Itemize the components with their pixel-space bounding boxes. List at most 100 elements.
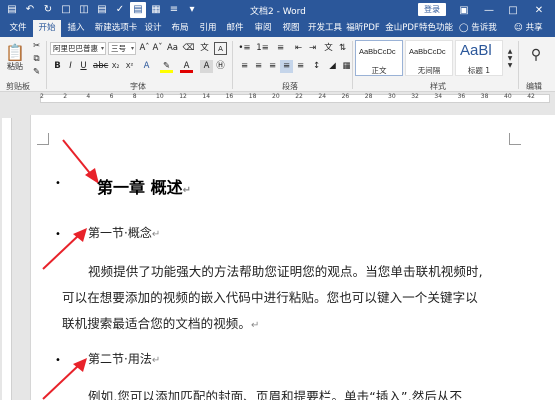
tell-me-search[interactable]: ◯ 告诉我 [459, 20, 497, 37]
paste-label[interactable]: 粘贴 [4, 61, 26, 71]
enclose-chars-icon[interactable]: Ⓗ [214, 60, 227, 73]
close-icon[interactable]: ✕ [530, 2, 548, 18]
distributed-icon[interactable]: ≡ [294, 60, 307, 73]
bullets-icon[interactable]: •≡ [238, 42, 251, 55]
highlight-icon[interactable]: ✎ [160, 60, 173, 73]
font-group-label: 字体 [130, 82, 146, 91]
heading-1[interactable]: 第一章 概述↵ [97, 174, 191, 198]
separator [232, 41, 233, 89]
font-color-icon[interactable]: A [180, 60, 193, 73]
style-no-spacing[interactable]: AaBbCcDc 无间隔 [405, 40, 453, 76]
char-border-icon[interactable]: A [214, 42, 227, 55]
customize-qat-icon[interactable]: ▾ [184, 2, 200, 18]
styles-group-label: 样式 [430, 82, 446, 91]
body-text-line[interactable]: 例如,您可以添加匹配的封面、页眉和提要栏。单击“插入”,然后从不 [88, 386, 462, 400]
increase-indent-icon[interactable]: ⇥ [306, 42, 319, 55]
line-spacing-icon[interactable]: ↕ [310, 60, 323, 73]
open-icon[interactable]: ◫ [76, 2, 92, 18]
subscript-icon[interactable]: X₂ [109, 60, 122, 73]
red-arrow-annotation [42, 358, 87, 400]
phonetic-guide-icon[interactable]: 文 [198, 42, 211, 55]
tab-home[interactable]: 开始 [33, 20, 61, 37]
share-label: 共享 [525, 23, 543, 33]
style-name: 标题 1 [467, 66, 491, 75]
superscript-icon[interactable]: X² [123, 60, 136, 73]
tab-layout[interactable]: 布局 [169, 20, 191, 37]
undo-icon[interactable]: ↶ [22, 2, 38, 18]
find-icon[interactable]: ⚲ [524, 43, 548, 67]
ribbon-tabs: 文件 开始 插入 新建选项卡 设计 布局 引用 邮件 审阅 视图 开发工具 福昕… [0, 20, 555, 37]
align-right-icon[interactable]: ≡ [266, 60, 279, 73]
redo-icon[interactable]: ↻ [40, 2, 56, 18]
tab-mailings[interactable]: 邮件 [224, 20, 246, 37]
tab-view[interactable]: 视图 [280, 20, 302, 37]
paragraph-mark-bullet: • [55, 355, 61, 366]
save-icon[interactable]: ▤ [4, 2, 20, 18]
ruler-number: 10 [156, 93, 164, 100]
align-center-icon[interactable]: ≡ [252, 60, 265, 73]
tab-file[interactable]: 文件 [6, 20, 30, 37]
font-size-select[interactable]: 三号 ▾ [108, 42, 136, 55]
vertical-ruler[interactable] [2, 118, 12, 400]
text-effects-icon[interactable]: A [140, 60, 153, 73]
body-text-line[interactable]: 联机搜索最适合您的文档的视频。↵ [62, 313, 260, 332]
shading-icon[interactable]: ◢ [326, 60, 339, 73]
styles-scroll[interactable]: ▲ ▼ ▼ [505, 40, 515, 76]
change-case-icon[interactable]: Aa [166, 42, 179, 55]
char-shading-icon[interactable]: A [200, 60, 213, 73]
share-button[interactable]: ☺ 共享 [514, 20, 543, 37]
table-icon[interactable]: ▦ [148, 2, 164, 18]
paragraph-mark: ↵ [182, 185, 191, 196]
cut-icon[interactable]: ✂ [30, 40, 43, 53]
style-sample: AaBbCcDc [359, 47, 396, 56]
tab-developer[interactable]: 开发工具 [307, 20, 343, 37]
tab-foxit-pdf[interactable]: 福昕PDF [346, 20, 380, 37]
italic-icon[interactable]: I [64, 60, 77, 73]
align-icon[interactable]: ≡ [166, 2, 182, 18]
chinese-layout-icon[interactable]: 文 [322, 42, 335, 55]
print-preview-icon[interactable]: ▤ [94, 2, 110, 18]
style-normal[interactable]: AaBbCcDc 正文 [355, 40, 403, 76]
justify-icon[interactable]: ≡ [280, 60, 293, 73]
new-doc-icon[interactable]: □ [58, 2, 74, 18]
align-left-icon[interactable]: ≡ [238, 60, 251, 73]
font-name-value: 阿里巴巴普惠 [53, 44, 98, 53]
tab-references[interactable]: 引用 [197, 20, 219, 37]
sort-icon[interactable]: ⇅ [336, 42, 349, 55]
font-name-select[interactable]: 阿里巴巴普惠 ▾ [50, 42, 106, 55]
ruler-number: 2 [63, 93, 68, 100]
body-text-line[interactable]: 可以在想要添加的视频的嵌入代码中进行粘贴。您也可以键入一个关键字以 [62, 287, 478, 306]
copy-icon[interactable]: ⧉ [30, 53, 43, 66]
paragraph-mark: ↵ [251, 320, 260, 331]
quick-access-toolbar: ▤ ↶ ↻ □ ◫ ▤ ✓ ▤ ▦ ≡ ▾ [0, 0, 200, 20]
login-button[interactable]: 登录 [418, 3, 446, 16]
format-painter-icon[interactable]: ✎ [30, 66, 43, 79]
clear-format-icon[interactable]: ⌫ [182, 42, 195, 55]
tab-new-tab[interactable]: 新建选项卡 [93, 20, 139, 37]
bold-icon[interactable]: B [51, 60, 64, 73]
style-heading-1[interactable]: AaBl 标题 1 [455, 40, 503, 76]
spelling-icon[interactable]: ✓ [112, 2, 128, 18]
multilevel-list-icon[interactable]: ≡ [274, 42, 287, 55]
tab-design[interactable]: 设计 [142, 20, 164, 37]
tab-special-features[interactable]: 特色功能 [418, 20, 454, 37]
maximize-icon[interactable]: □ [504, 2, 522, 18]
numbering-icon[interactable]: 1≡ [256, 42, 269, 55]
shrink-font-icon[interactable]: Aˇ [151, 42, 164, 55]
document-page[interactable]: • 第一章 概述↵ • 第一节·概念↵ 视频提供了功能强大的方法帮助您证明您的观… [30, 115, 555, 400]
minimize-icon[interactable]: — [480, 2, 498, 18]
strikethrough-icon[interactable]: abc [93, 60, 108, 73]
tab-insert[interactable]: 插入 [64, 20, 88, 37]
grow-font-icon[interactable]: Aˆ [138, 42, 151, 55]
tab-review[interactable]: 审阅 [252, 20, 274, 37]
underline-icon[interactable]: U [77, 60, 90, 73]
decrease-indent-icon[interactable]: ⇤ [292, 42, 305, 55]
ribbon-display-icon[interactable]: ▣ [455, 2, 473, 18]
section-1-heading[interactable]: 第一节·概念↵ [88, 224, 160, 241]
body-text-line[interactable]: 视频提供了功能强大的方法帮助您证明您的观点。当您单击联机视频时, [88, 261, 483, 280]
horizontal-ruler[interactable]: 2 2 4 6 8 10 12 14 16 18 20 22 24 26 28 30 32 34 36 38 40 42 [0, 92, 555, 104]
ruler-number: 22 [295, 93, 303, 100]
page-view-icon[interactable]: ▤ [130, 2, 146, 18]
tab-kingsoft-pdf[interactable]: 金山PDF [382, 20, 422, 37]
section-2-heading[interactable]: 第二节·用法↵ [88, 350, 160, 367]
